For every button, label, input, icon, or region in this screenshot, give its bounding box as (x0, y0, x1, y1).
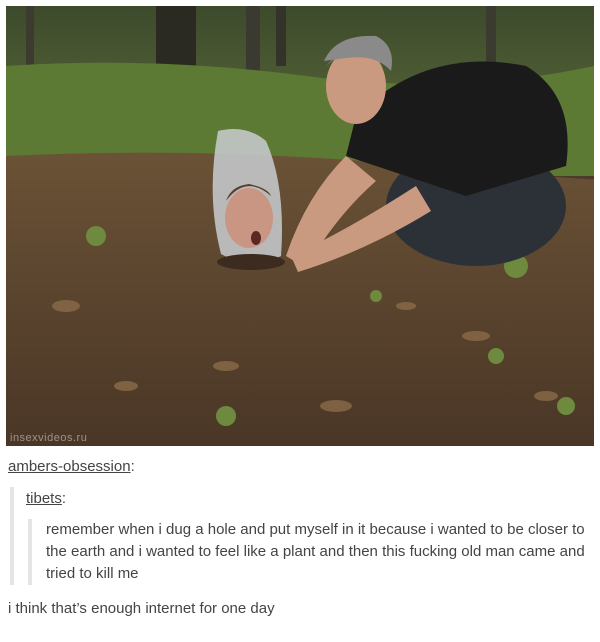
post-photo: insexvideos.ru (6, 6, 594, 446)
original-poster-colon: : (61, 490, 67, 507)
original-poster-line: tibets: (26, 487, 592, 509)
reblogger-username-link[interactable]: ambers-obsession (8, 458, 131, 475)
forest-scene-image (6, 6, 594, 446)
tumblr-post: ambers-obsession: tibets: remember when … (8, 457, 592, 627)
original-post-text: remember when i dug a hole and put mysel… (28, 519, 592, 585)
reblog-quote: tibets: remember when i dug a hole and p… (10, 487, 592, 585)
reblog-comment: i think that’s enough internet for one d… (8, 600, 275, 617)
photo-watermark: insexvideos.ru (10, 432, 88, 444)
reblogger-colon: : (130, 458, 135, 475)
original-poster-username-link[interactable]: tibets (26, 490, 62, 507)
reblogger-line: ambers-obsession: (8, 457, 592, 477)
